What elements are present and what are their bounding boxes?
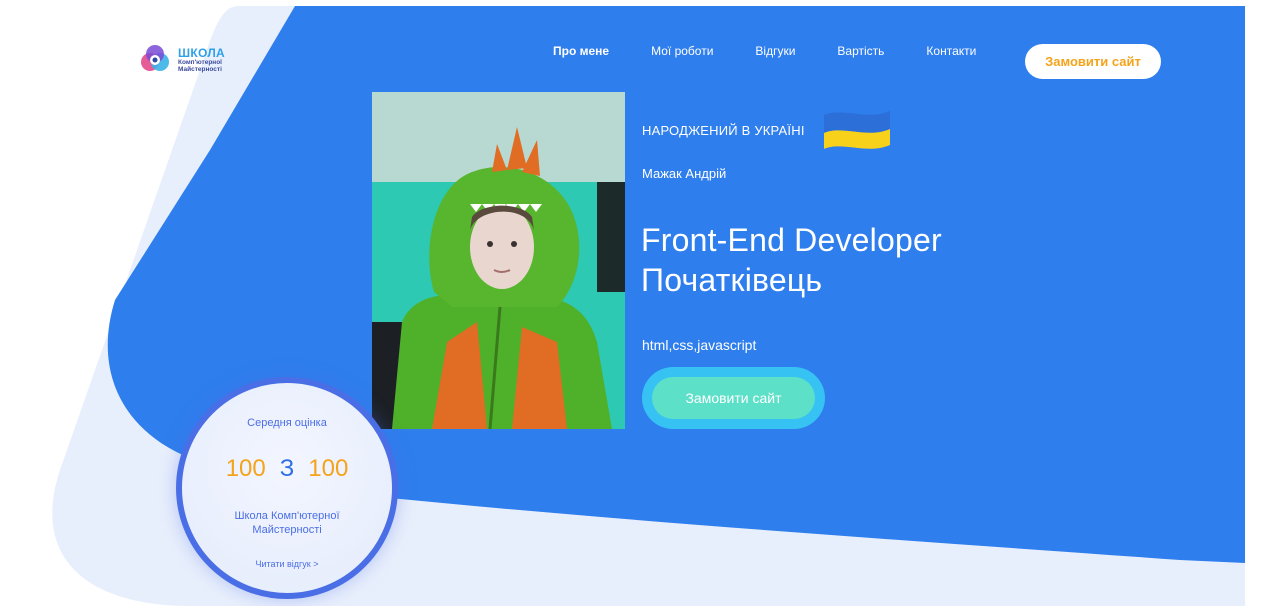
rating-school-name: Школа Комп'ютерної Майстерності bbox=[234, 510, 340, 536]
rating-scores: 100 З 100 bbox=[182, 455, 392, 483]
profile-photo bbox=[372, 92, 625, 429]
main-nav: Про мене Мої роботи Відгуки Вартість Кон… bbox=[553, 44, 976, 58]
rating-max: 100 bbox=[308, 455, 349, 482]
logo-subtitle-2: Майстерності bbox=[178, 66, 222, 73]
site-logo[interactable]: ШКОЛА Комп'ютерної Майстерності bbox=[138, 42, 225, 78]
ukraine-flag-icon bbox=[822, 109, 892, 149]
rating-separator: З bbox=[279, 455, 295, 482]
born-in-ukraine-label: НАРОДЖЕНИЙ В УКРАЇНІ bbox=[642, 123, 805, 138]
headline-line-1: Front-End Developer bbox=[641, 222, 942, 258]
person-name: Мажак Андрій bbox=[642, 166, 727, 181]
page: ШКОЛА Комп'ютерної Майстерності Про мене… bbox=[0, 0, 1280, 606]
nav-about[interactable]: Про мене bbox=[553, 44, 609, 58]
skills-text: html,css,javascript bbox=[642, 337, 757, 353]
headline-line-2: Початківець bbox=[641, 262, 823, 298]
atom-logo-icon bbox=[138, 42, 174, 78]
order-site-button-header[interactable]: Замовити сайт bbox=[1025, 44, 1161, 79]
rating-card: Середня оцінка 100 З 100 Школа Комп'ютер… bbox=[176, 377, 398, 599]
rating-score: 100 bbox=[225, 455, 266, 482]
nav-pricing[interactable]: Вартість bbox=[837, 44, 884, 58]
nav-works[interactable]: Мої роботи bbox=[651, 44, 713, 58]
order-site-button-hero[interactable]: Замовити сайт bbox=[652, 377, 815, 419]
logo-title: ШКОЛА bbox=[178, 45, 226, 60]
hero-headline: Front-End Developer Початківець bbox=[641, 220, 942, 300]
read-review-link[interactable]: Читати відгук > bbox=[182, 559, 392, 569]
order-site-button-wrapper: Замовити сайт bbox=[642, 367, 825, 429]
rating-label: Середня оцінка bbox=[247, 417, 327, 429]
nav-contacts[interactable]: Контакти bbox=[926, 44, 976, 58]
nav-reviews[interactable]: Відгуки bbox=[755, 44, 795, 58]
